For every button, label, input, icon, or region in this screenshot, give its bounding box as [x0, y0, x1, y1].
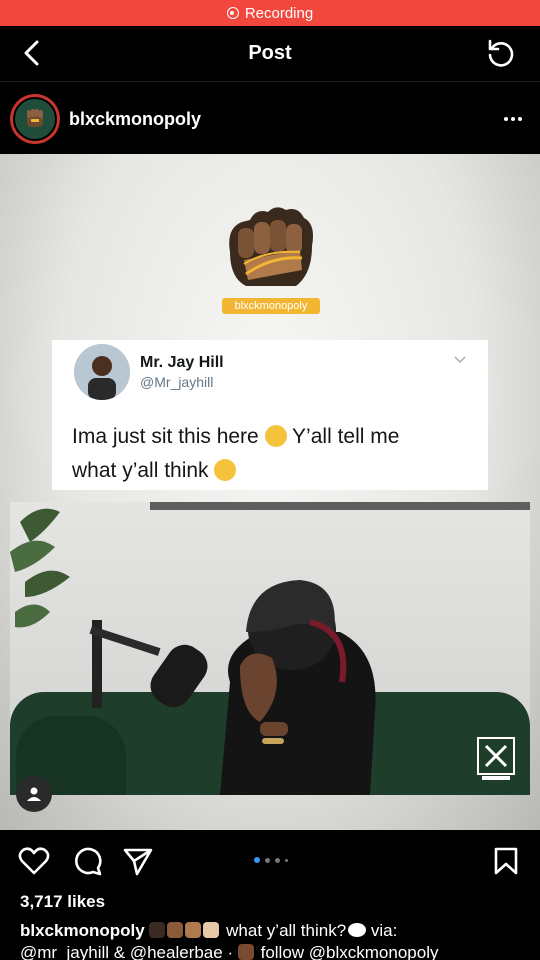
avatar[interactable]: [10, 94, 60, 144]
carousel-dot: [265, 857, 270, 863]
tweet-text-line1: Ima just sit this here: [72, 425, 259, 448]
caption-mentions[interactable]: @mr_jayhill & @healerbae: [20, 943, 223, 960]
fist-emoji-icon: [203, 922, 220, 938]
video-shelf: [150, 502, 530, 510]
fist-logo-icon: [229, 207, 313, 286]
plant-image: [10, 508, 70, 628]
chevron-down-icon: [454, 356, 466, 364]
carousel-dot: [285, 858, 288, 862]
logo-caption: blxckmonopoly: [222, 298, 320, 314]
fist-emoji-icon: [167, 922, 184, 938]
share-icon[interactable]: [122, 846, 154, 876]
post-media[interactable]: blxckmonopoly Mr. Jay Hill @Mr_jayhill I…: [0, 154, 540, 830]
likes-count[interactable]: 3,717 likes: [20, 892, 105, 912]
tweet-card: Mr. Jay Hill @Mr_jayhill Ima just sit th…: [52, 340, 488, 490]
more-icon[interactable]: [504, 117, 522, 121]
caption-text: what y’all think?: [226, 921, 347, 940]
refresh-icon[interactable]: [484, 38, 516, 70]
tweet-text: Ima just sit this here Y’all tell me wha…: [72, 420, 472, 488]
heart-icon[interactable]: [18, 846, 50, 876]
tweet-author-name: Mr. Jay Hill: [140, 354, 224, 371]
record-icon: [226, 7, 239, 19]
thought-bubble-icon: [348, 923, 367, 937]
recording-bar[interactable]: Recording: [0, 0, 540, 26]
carousel-indicator: [254, 857, 288, 863]
pointing-hand-icon: [237, 944, 254, 960]
tweet-avatar: [74, 344, 130, 400]
user-tag-icon[interactable]: [16, 776, 52, 812]
fist-emoji-icon: [149, 922, 166, 938]
tweet-author-handle: @Mr_jayhill: [140, 374, 214, 390]
thinking-emoji-icon: [214, 459, 237, 481]
page-title: Post: [248, 42, 292, 64]
video-frame[interactable]: [10, 502, 530, 795]
person-image: [220, 580, 376, 795]
post-caption: blxckmonopoly what y’all think? via: @mr…: [20, 920, 530, 960]
caption-username[interactable]: blxckmonopoly: [20, 921, 145, 940]
laughing-emoji-icon: [264, 425, 287, 447]
carousel-dot: [275, 857, 280, 863]
comment-icon[interactable]: [72, 846, 104, 876]
caption-follow[interactable]: follow @blxckmonopoly: [261, 943, 439, 960]
carousel-dot-active: [254, 857, 260, 863]
back-arrow-icon[interactable]: [18, 38, 48, 68]
tweet-text-line1b: Y’all tell me: [292, 425, 400, 448]
caption-via: via:: [370, 921, 398, 940]
fist-emoji-icon: [185, 922, 202, 938]
top-navigation: Post: [0, 26, 540, 82]
post-username[interactable]: blxckmonopoly: [69, 109, 201, 130]
tweet-text-line2: what y’all think: [72, 459, 209, 482]
watermark-logo-icon: [477, 737, 515, 780]
post-header: blxckmonopoly: [0, 84, 540, 154]
fist-logo-icon: [13, 97, 57, 141]
recording-label: Recording: [244, 4, 314, 22]
bookmark-icon[interactable]: [492, 846, 520, 876]
caption-separator: ·: [227, 943, 234, 960]
